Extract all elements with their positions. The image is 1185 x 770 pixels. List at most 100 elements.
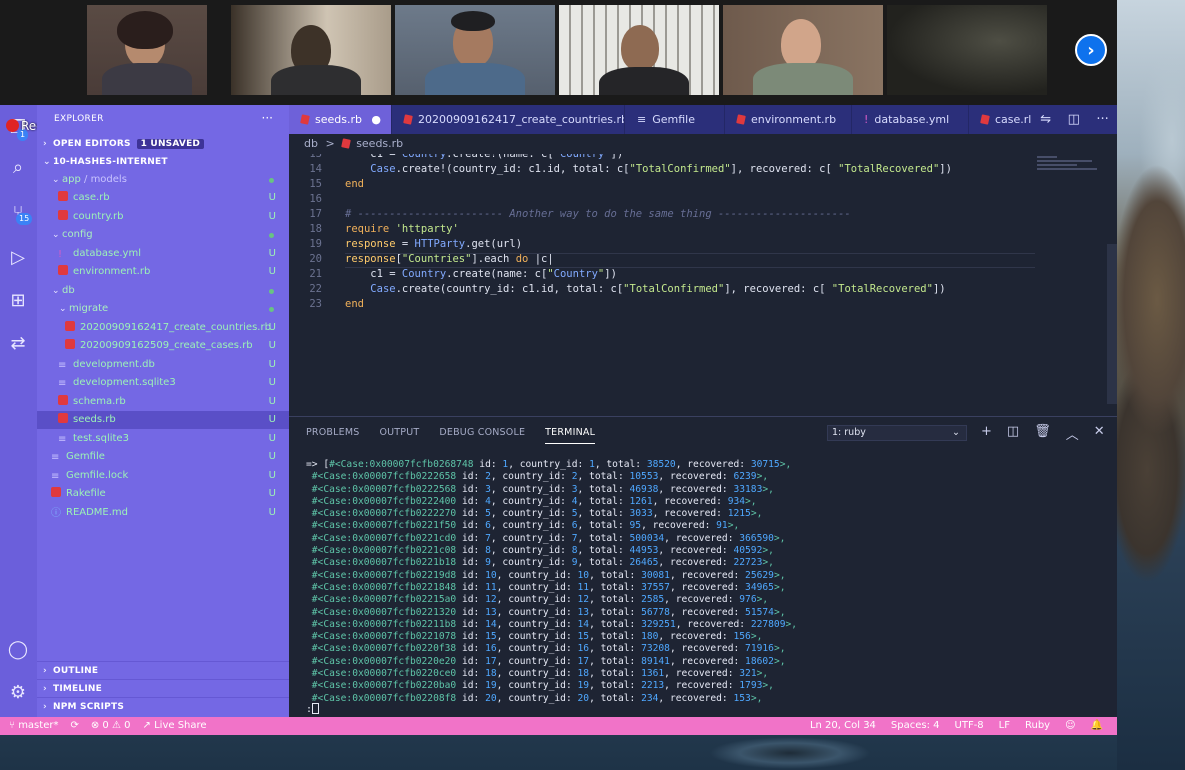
cursor-position[interactable]: Ln 20, Col 34 [810, 717, 876, 735]
close-panel-icon[interactable]: ✕ [1094, 424, 1105, 443]
tree-folder-app[interactable]: ⌄ app / models [37, 171, 289, 189]
chevron-down-icon: ⌄ [59, 304, 67, 314]
line-number: 18 [309, 223, 322, 235]
text-file-icon: ≡ [637, 113, 647, 126]
code-line: # ----------------------- Another way to… [345, 208, 851, 220]
ruby-file-icon [65, 321, 75, 331]
language-mode[interactable]: Ruby [1025, 717, 1050, 735]
outline-label: OUTLINE [53, 666, 99, 676]
code-line: response = HTTParty.get(url) [345, 238, 523, 250]
notifications-icon[interactable]: 🔔 [1091, 717, 1103, 735]
branch-status[interactable]: ⑂ master* [9, 717, 58, 735]
tree-item-label: development.db [73, 359, 155, 370]
tab-environment[interactable]: environment.rb [725, 105, 852, 134]
tab-database-yml[interactable]: ! database.yml [852, 105, 969, 134]
timeline-section[interactable]: › TIMELINE [37, 679, 289, 697]
tab-gemfile[interactable]: ≡ Gemfile [625, 105, 725, 134]
code-line: end [345, 298, 364, 310]
more-actions-icon[interactable]: ··· [1096, 112, 1108, 127]
editor-scrollbar[interactable] [1107, 244, 1117, 404]
split-editor-icon[interactable]: ◫ [1068, 112, 1080, 127]
tab-case[interactable]: case.rl [969, 105, 1039, 134]
extensions-icon[interactable]: ⊞ [6, 288, 30, 312]
problems-status[interactable]: ⊗ 0 ⚠ 0 [91, 717, 131, 735]
terminal-prompt[interactable]: : [306, 703, 320, 715]
tree-folder-migrate[interactable]: ⌄ migrate [37, 300, 289, 318]
wallpaper-cliff [1117, 0, 1185, 770]
terminal-select[interactable]: 1: ruby ⌄ [827, 425, 967, 441]
tab-create-countries[interactable]: 20200909162417_create_countries.rb [392, 105, 625, 134]
sync-icon[interactable]: ⟳ [70, 717, 78, 735]
tree-item-label: README.md [66, 507, 129, 518]
text-file-icon: ≡ [58, 434, 67, 445]
chevron-right-icon: › [43, 684, 47, 694]
trash-icon[interactable]: 🗑 [1034, 424, 1051, 443]
line-ending[interactable]: LF [999, 717, 1010, 735]
split-terminal-icon[interactable]: ◫ [1007, 424, 1019, 443]
participant-video-3-active-speaker[interactable] [395, 5, 555, 95]
tab-seeds-rb[interactable]: seeds.rb ● [289, 105, 392, 134]
tree-item-label: test.sqlite3 [73, 433, 129, 444]
info-file-icon: ⓘ [51, 508, 61, 519]
project-section[interactable]: ⌄ 10-HASHES-INTERNET [37, 153, 289, 171]
next-page-button[interactable]: › [1075, 34, 1107, 66]
explorer-more-button[interactable]: ··· [262, 111, 273, 125]
remote-explorer-icon[interactable]: ⇄ [6, 331, 30, 355]
tree-file-gemfile-lock[interactable]: ≡ Gemfile.lock U [37, 467, 289, 485]
open-editors-section[interactable]: › OPEN EDITORS 1 UNSAVED [37, 135, 289, 153]
tree-file-development-sqlite[interactable]: ≡ development.sqlite3 U [37, 374, 289, 392]
video-gallery: › [0, 0, 1117, 105]
chevron-down-icon: ⌄ [43, 157, 51, 167]
tree-file-rakefile[interactable]: Rakefile U [37, 485, 289, 503]
live-share-status[interactable]: ↗ Live Share [143, 717, 207, 735]
encoding[interactable]: UTF-8 [955, 717, 984, 735]
breadcrumb-file[interactable]: seeds.rb [356, 137, 403, 150]
tab-debug-console[interactable]: DEBUG CONSOLE [439, 427, 525, 438]
maximize-panel-icon[interactable]: ︿ [1066, 424, 1079, 443]
participant-video-2[interactable] [231, 5, 391, 95]
participant-video-1[interactable] [87, 5, 207, 95]
settings-gear-icon[interactable]: ⚙ [6, 680, 30, 704]
breadcrumb-separator: > [325, 137, 335, 150]
tree-file-seeds-selected[interactable]: seeds.rb U [37, 411, 289, 429]
tree-file-database-yml[interactable]: ! database.yml U [37, 245, 289, 263]
tab-problems[interactable]: PROBLEMS [306, 427, 359, 438]
code-editor[interactable]: 13 c1 = Country.create!(name: c["Country… [289, 154, 1117, 416]
modified-dot [269, 289, 274, 294]
compare-changes-icon[interactable]: ⇋ [1040, 112, 1051, 127]
npm-scripts-section[interactable]: › NPM SCRIPTS [37, 697, 289, 715]
unsaved-dot-icon: ● [371, 113, 381, 126]
tree-file-gemfile[interactable]: ≡ Gemfile U [37, 448, 289, 466]
tree-item-label: schema.rb [73, 396, 126, 407]
tree-file-migration-cases[interactable]: 20200909162509_create_cases.rb U [37, 337, 289, 355]
account-icon[interactable]: ◯ [6, 637, 30, 661]
tree-folder-config[interactable]: ⌄ config [37, 226, 289, 244]
participant-video-5[interactable] [723, 5, 883, 95]
tree-file-readme[interactable]: ⓘ README.md U [37, 504, 289, 522]
tree-file-schema[interactable]: schema.rb U [37, 393, 289, 411]
line-number: 22 [309, 283, 322, 295]
terminal-output[interactable]: => [#<Case:0x00007fcfb0268748 id: 1, cou… [306, 459, 797, 705]
tree-file-development-db[interactable]: ≡ development.db U [37, 356, 289, 374]
outline-section[interactable]: › OUTLINE [37, 661, 289, 679]
tree-file-country[interactable]: country.rb U [37, 208, 289, 226]
feedback-icon[interactable]: ☺ [1065, 717, 1075, 735]
tree-folder-db[interactable]: ⌄ db [37, 282, 289, 300]
search-icon[interactable]: ⌕ [6, 155, 30, 179]
breadcrumb-folder[interactable]: db [304, 137, 318, 150]
tree-file-case[interactable]: case.rb U [37, 189, 289, 207]
status-bar: ⑂ master* ⟳ ⊗ 0 ⚠ 0 ↗ Live Share Ln 20, … [0, 717, 1117, 735]
minimap[interactable] [1037, 154, 1107, 194]
tab-terminal[interactable]: TERMINAL [545, 427, 596, 444]
chevron-down-icon: ⌄ [52, 175, 60, 185]
ruby-file-icon [58, 395, 68, 405]
tree-file-environment[interactable]: environment.rb U [37, 263, 289, 281]
run-debug-icon[interactable]: ▷ [6, 245, 30, 269]
tree-file-migration-countries[interactable]: 20200909162417_create_countries.rb U [37, 319, 289, 337]
tree-file-test-sqlite[interactable]: ≡ test.sqlite3 U [37, 430, 289, 448]
participant-video-6[interactable] [887, 5, 1047, 95]
new-terminal-icon[interactable]: + [981, 424, 992, 443]
tab-output[interactable]: OUTPUT [379, 427, 419, 438]
participant-video-4[interactable] [559, 5, 719, 95]
indentation[interactable]: Spaces: 4 [891, 717, 940, 735]
